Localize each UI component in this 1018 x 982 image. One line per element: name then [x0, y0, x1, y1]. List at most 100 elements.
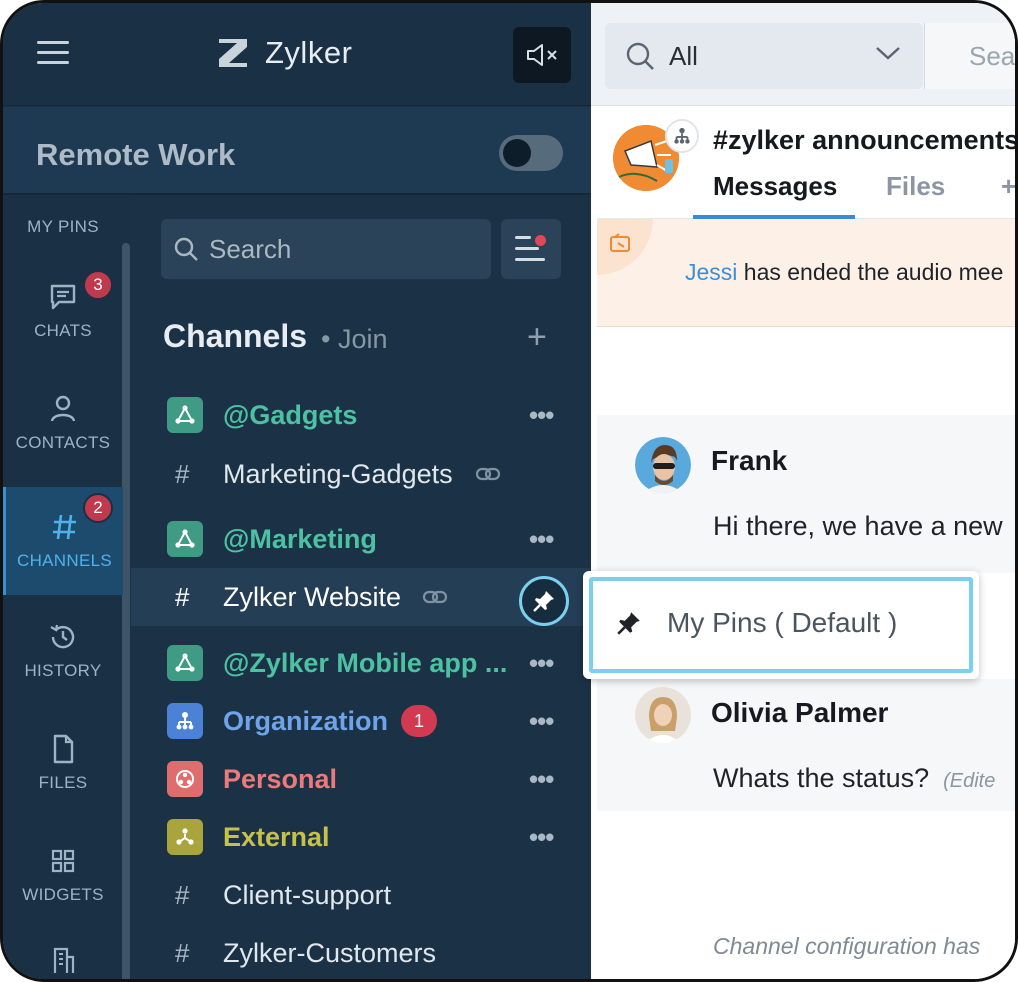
speaker-mute-icon	[527, 44, 557, 66]
notice-user-link[interactable]: Jessi	[685, 259, 737, 285]
filter-active-dot	[535, 235, 546, 246]
mute-button[interactable]	[513, 27, 571, 83]
audio-meeting-notice: Jessi has ended the audio mee	[597, 219, 1015, 327]
add-channel-button[interactable]: +	[527, 318, 547, 357]
hash-icon: #	[175, 879, 190, 910]
channels-header: Channels	[163, 318, 308, 354]
menu-icon[interactable]	[37, 41, 69, 64]
avatar[interactable]	[635, 687, 691, 743]
channel-row[interactable]: @Zylker Mobile app ... •••	[131, 634, 591, 692]
more-options-icon[interactable]: •••	[529, 524, 554, 555]
notice-text: Jessi has ended the audio mee	[685, 259, 1003, 286]
channel-name: Client-support	[223, 879, 392, 910]
channel-name: Organization	[223, 705, 389, 736]
nav-files-label: FILES	[38, 773, 88, 792]
channel-search-placeholder: Search	[209, 233, 292, 264]
channel-row[interactable]: # Marketing-Gadgets	[131, 445, 591, 503]
hash-icon: #	[175, 937, 190, 968]
message-author[interactable]: Frank	[711, 445, 787, 477]
app-window: Zylker Remote Work MY PINS CHATS 3 CONTA…	[0, 0, 1018, 982]
more-options-icon[interactable]: •••	[529, 764, 554, 795]
conversation-pane: All Sea #zylker announcements Messages F…	[591, 3, 1015, 979]
channel-row[interactable]: # Zylker-Customers	[131, 924, 591, 979]
nav-contacts[interactable]: CONTACTS	[3, 369, 123, 477]
channel-header: #zylker announcements Messages Files +	[597, 111, 1015, 219]
channel-row[interactable]: Personal •••	[131, 750, 591, 808]
channel-name: @Zylker Mobile app ...	[223, 647, 508, 678]
nav-channels-label: CHANNELS	[17, 551, 112, 570]
hash-icon: #	[175, 458, 190, 489]
more-options-icon[interactable]: •••	[529, 400, 554, 431]
message-text: Whats the status? (Edite	[713, 763, 995, 794]
pin-icon	[617, 612, 640, 635]
tab-add[interactable]: +	[1001, 171, 1015, 202]
more-options-icon[interactable]: •••	[529, 648, 554, 679]
edited-label: (Edite	[943, 770, 996, 792]
channel-row[interactable]: # Client-support	[131, 866, 591, 924]
more-options-icon[interactable]: •••	[529, 822, 554, 853]
my-pins-default-label: My Pins ( Default )	[667, 607, 898, 638]
search-icon	[626, 42, 654, 70]
organization-icon	[167, 703, 203, 739]
meeting-ended-icon	[610, 233, 630, 252]
message-group: Olivia Palmer Whats the status? (Edite	[597, 679, 1015, 811]
channel-name: Zylker-Customers	[223, 937, 437, 968]
channel-row[interactable]: Organization 1 •••	[131, 692, 591, 750]
pin-button[interactable]	[519, 576, 569, 626]
filter-button[interactable]	[501, 219, 561, 279]
nav-history-label: HISTORY	[24, 661, 102, 680]
search-icon	[174, 237, 198, 261]
team-icon	[167, 397, 203, 433]
more-options-icon[interactable]: •••	[529, 706, 554, 737]
chevron-down-icon	[876, 47, 900, 60]
widgets-grid-icon	[51, 849, 75, 873]
channel-name: @Gadgets	[223, 399, 358, 430]
top-bar: Zylker	[3, 3, 591, 106]
rail-scrollbar[interactable]	[122, 243, 130, 979]
my-pins-default-option[interactable]: My Pins ( Default )	[615, 607, 897, 639]
status-title: Remote Work	[36, 137, 236, 172]
team-icon	[167, 645, 203, 681]
pin-icon	[533, 591, 554, 612]
brand: Zylker	[215, 31, 352, 75]
avatar[interactable]	[635, 437, 691, 493]
nav-contacts-label: CONTACTS	[15, 433, 111, 452]
channel-row[interactable]: @Gadgets •••	[131, 386, 591, 444]
search-scope-select[interactable]: All	[605, 23, 923, 89]
left-pane: Zylker Remote Work MY PINS CHATS 3 CONTA…	[3, 3, 591, 979]
message-text: Hi there, we have a new	[713, 511, 1003, 541]
channel-name: Marketing-Gadgets	[223, 458, 453, 489]
pin-to-popover: My Pins ( Default )	[583, 571, 979, 679]
channel-row[interactable]: External •••	[131, 808, 591, 866]
message-body: Whats the status?	[713, 763, 930, 793]
person-icon	[50, 395, 76, 422]
remote-work-toggle[interactable]	[499, 135, 563, 171]
channel-search[interactable]: Search	[161, 219, 491, 279]
nav-history[interactable]: HISTORY	[3, 597, 123, 705]
message-author[interactable]: Olivia Palmer	[711, 697, 888, 729]
nav-my-pins[interactable]: MY PINS	[3, 187, 123, 243]
search-scope-value: All	[669, 40, 698, 71]
nav-files[interactable]: FILES	[3, 709, 123, 817]
join-link[interactable]: • Join	[321, 324, 388, 355]
nav-widgets-label: WIDGETS	[22, 885, 104, 904]
channel-name: @Marketing	[223, 523, 377, 554]
channel-name: External	[223, 821, 330, 852]
nav-my-pins-label: MY PINS	[27, 217, 99, 236]
organization-mini-icon	[665, 119, 699, 153]
pin-option-highlight: My Pins ( Default )	[589, 577, 973, 673]
external-icon	[167, 819, 203, 855]
hash-icon: #	[175, 581, 190, 612]
chat-bubble-icon	[50, 284, 76, 310]
global-search-input[interactable]: Sea	[924, 23, 1015, 89]
tab-files[interactable]: Files	[886, 171, 945, 202]
shared-link-icon	[475, 467, 501, 481]
building-icon	[53, 947, 75, 973]
channel-row[interactable]: @Marketing •••	[131, 510, 591, 568]
nav-organization[interactable]	[3, 943, 123, 979]
tab-messages[interactable]: Messages	[713, 171, 837, 202]
nav-chats-label: CHATS	[34, 321, 92, 340]
nav-widgets[interactable]: WIDGETS	[3, 821, 123, 929]
team-icon	[167, 521, 203, 557]
notice-message: has ended the audio mee	[737, 259, 1004, 285]
